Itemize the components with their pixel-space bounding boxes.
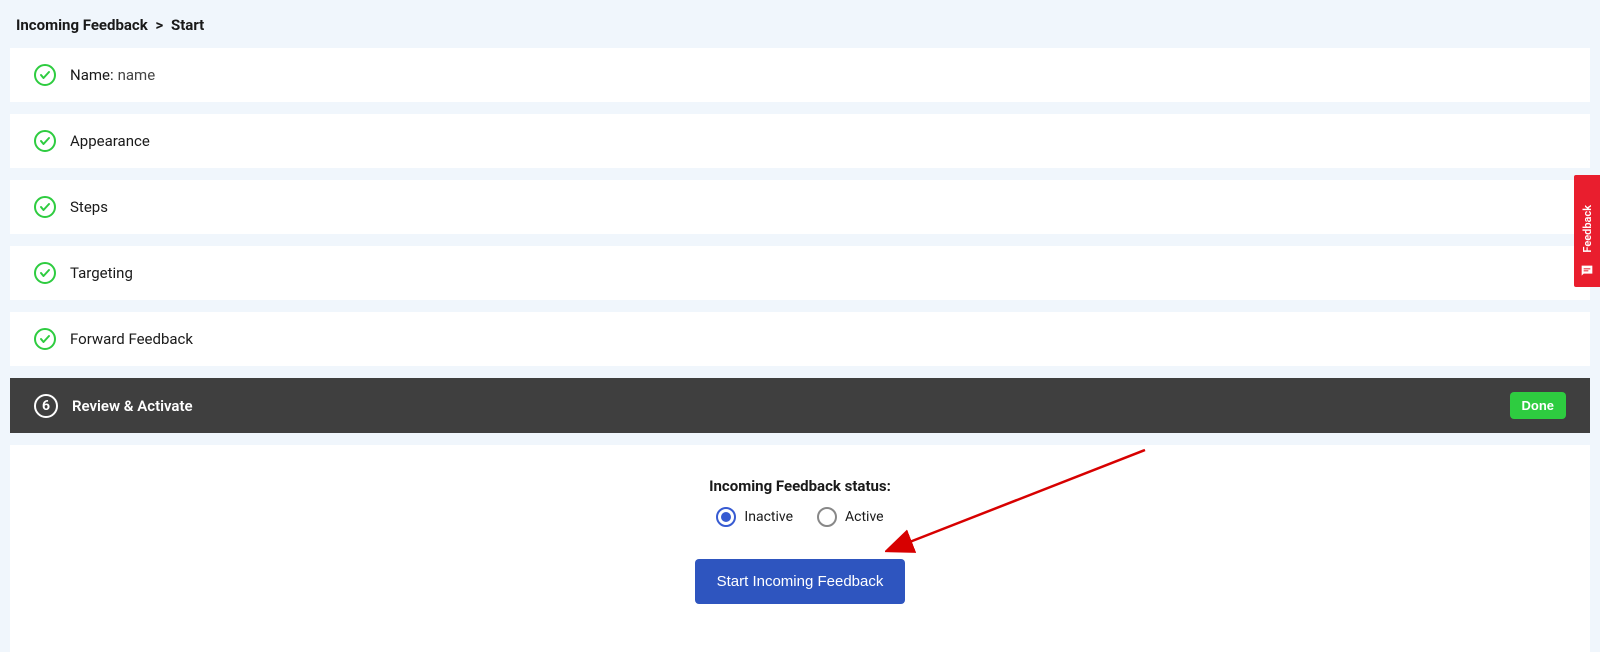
breadcrumb-current: Start [171,16,204,34]
step-targeting[interactable]: Targeting [10,246,1590,300]
review-panel: Incoming Feedback status: Inactive Activ… [10,445,1590,652]
status-radio-group: Inactive Active [716,507,883,527]
step-forward-feedback[interactable]: Forward Feedback [10,312,1590,366]
radio-icon [716,507,736,527]
feedback-side-tab[interactable]: Feedback [1574,175,1600,287]
step-review-activate[interactable]: 6 Review & Activate Done [10,378,1590,433]
breadcrumb-separator: > [156,16,164,34]
check-icon [34,64,56,86]
setup-steps: Name: name Appearance Steps Targeting Fo… [0,48,1600,433]
breadcrumb: Incoming Feedback > Start [0,0,1600,48]
step-label: Review & Activate [72,397,193,415]
radio-dot-icon [721,512,731,522]
radio-icon [817,507,837,527]
check-icon [34,196,56,218]
step-steps[interactable]: Steps [10,180,1590,234]
step-label: Steps [70,198,108,216]
step-name-value: name [118,66,156,84]
step-number-icon: 6 [34,394,58,418]
start-incoming-feedback-button[interactable]: Start Incoming Feedback [695,559,906,604]
radio-active[interactable]: Active [817,507,884,527]
chat-icon [1579,263,1595,279]
step-label: Forward Feedback [70,330,193,348]
status-label: Incoming Feedback status: [709,477,891,495]
step-number: 6 [42,398,50,414]
step-label: Appearance [70,132,150,150]
step-name[interactable]: Name: name [10,48,1590,102]
check-icon [34,262,56,284]
step-label: Targeting [70,264,133,282]
check-icon [34,130,56,152]
step-appearance[interactable]: Appearance [10,114,1590,168]
breadcrumb-root[interactable]: Incoming Feedback [16,16,148,34]
radio-label: Active [845,509,884,525]
step-label: Name: [70,66,114,84]
check-icon [34,328,56,350]
feedback-tab-label: Feedback [1581,205,1594,253]
radio-label: Inactive [744,509,793,525]
radio-inactive[interactable]: Inactive [716,507,793,527]
done-button[interactable]: Done [1510,392,1567,419]
